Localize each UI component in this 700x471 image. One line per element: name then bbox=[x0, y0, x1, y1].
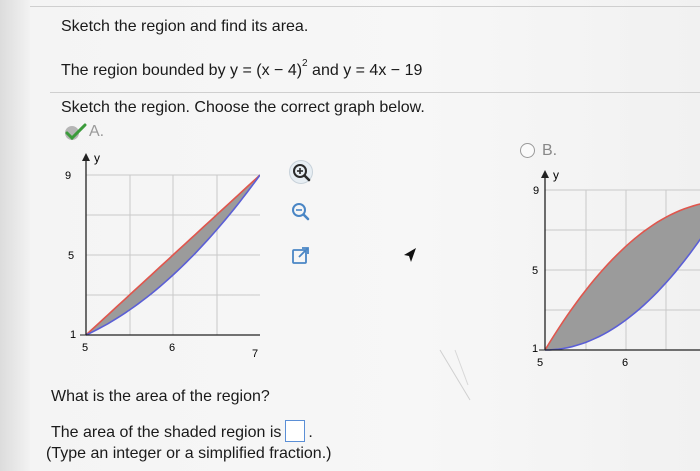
zoom-out-button[interactable] bbox=[289, 200, 311, 222]
option-b-radio[interactable] bbox=[520, 143, 535, 158]
popout-button[interactable] bbox=[287, 244, 313, 268]
area-sentence-after: . bbox=[308, 424, 313, 441]
answer-format-hint: (Type an integer or a simplified fractio… bbox=[46, 445, 332, 462]
option-a-label: A. bbox=[89, 123, 105, 140]
graph-a-y-tick: 5 bbox=[68, 250, 74, 262]
question-title: Sketch the region and find its area. bbox=[61, 18, 309, 35]
graph-b-y-tick: 1 bbox=[532, 343, 538, 355]
section-divider bbox=[50, 92, 700, 93]
zoom-in-icon bbox=[293, 164, 311, 182]
graph-b-y-tick: 5 bbox=[532, 265, 538, 277]
zoom-in-button[interactable] bbox=[289, 160, 313, 184]
graph-b[interactable]: y 9 5 1 5 6 bbox=[520, 165, 700, 380]
option-b[interactable]: B. bbox=[520, 139, 590, 161]
region-text-after: and y = 4x − 19 bbox=[307, 62, 423, 79]
graph-a-x-tick: 5 bbox=[82, 342, 88, 354]
graph-a-x-tick: 6 bbox=[169, 342, 175, 354]
graph-b-x-tick: 6 bbox=[622, 357, 628, 369]
mouse-cursor-icon bbox=[404, 248, 416, 262]
graph-b-y-tick: 9 bbox=[533, 185, 539, 197]
area-question: What is the area of the region? bbox=[51, 388, 270, 405]
graph-b-y-arrow bbox=[541, 170, 549, 178]
graph-b-y-label: y bbox=[553, 168, 559, 182]
area-sentence-before: The area of the shaded region is bbox=[51, 424, 282, 441]
graph-a-y-label: y bbox=[94, 151, 100, 165]
area-answer-input[interactable] bbox=[285, 420, 306, 442]
graph-b-region bbox=[545, 204, 700, 350]
left-margin bbox=[0, 0, 30, 471]
top-divider bbox=[30, 6, 700, 7]
checkmark-icon bbox=[65, 123, 87, 141]
question-page: Sketch the region and find its area. The… bbox=[0, 0, 700, 471]
popout-icon bbox=[292, 247, 309, 264]
option-b-label: B. bbox=[542, 142, 558, 159]
choose-instruction: Sketch the region. Choose the correct gr… bbox=[61, 99, 425, 116]
zoom-out-icon bbox=[292, 203, 310, 221]
graph-a[interactable]: y x 9 5 1 5 6 7 bbox=[60, 150, 260, 365]
option-a[interactable]: A. bbox=[64, 121, 134, 143]
region-text-before: The region bounded by y = (x − 4) bbox=[61, 62, 303, 79]
graph-a-y-arrow bbox=[82, 153, 90, 161]
graph-b-x-tick: 5 bbox=[537, 357, 543, 369]
graph-a-y-tick: 1 bbox=[70, 329, 76, 341]
region-statement: The region bounded by y = (x − 4)2 and y… bbox=[61, 59, 423, 80]
area-answer-sentence: The area of the shaded region is. bbox=[51, 420, 313, 442]
graph-a-x-tick: 7 bbox=[252, 348, 258, 360]
graph-a-y-tick: 9 bbox=[65, 170, 71, 182]
